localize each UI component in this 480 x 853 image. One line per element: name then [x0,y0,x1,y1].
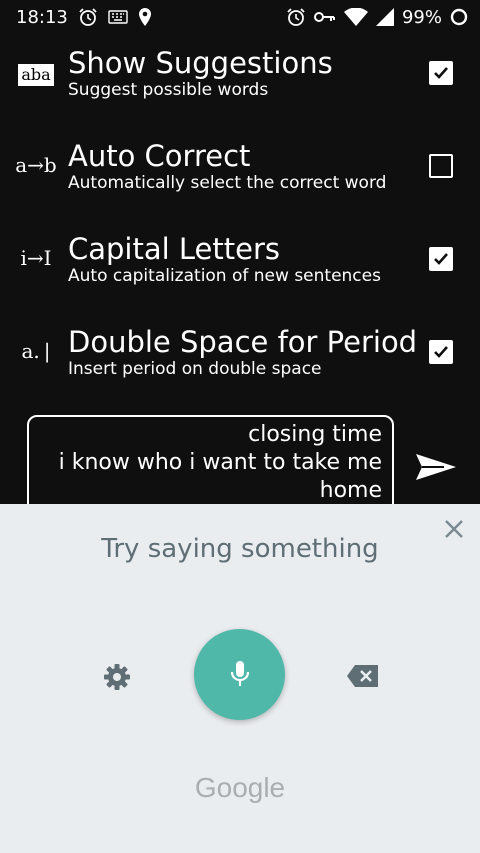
signal-icon [375,8,394,26]
battery-percent: 99% [401,6,442,28]
setting-subtitle: Auto capitalization of new sentences [68,266,381,286]
setting-title: Capital Letters [68,232,281,266]
capital-letters-icon: i→I [20,246,52,270]
vpn-key-icon [313,10,336,24]
capital-letters-checkbox[interactable] [429,247,453,271]
setting-subtitle: Suggest possible words [68,80,269,100]
location-icon [138,7,152,27]
wifi-icon [343,8,368,26]
setting-subtitle: Automatically select the correct word [68,173,387,193]
alarm-icon [78,7,98,27]
send-icon [416,454,456,480]
battery-icon [450,8,468,26]
setting-show-suggestions[interactable]: aba Show Suggestions Suggest possible wo… [0,40,480,132]
alarm-icon [286,7,306,27]
status-bar: 18:13 99% [0,0,480,34]
auto-correct-checkbox[interactable] [429,154,453,178]
message-line: home [319,478,382,503]
suggestions-icon: aba [18,64,54,86]
double-space-icon: a. | [21,339,51,363]
message-line: closing time [248,422,382,447]
setting-capital-letters[interactable]: i→I Capital Letters Auto capitalization … [0,226,480,318]
double-space-checkbox[interactable] [429,340,453,364]
google-logo: Google [194,772,286,803]
setting-title: Auto Correct [68,139,251,173]
mic-button[interactable] [194,629,285,720]
backspace-icon [347,665,378,687]
message-line: i know who i want to take me [58,450,382,475]
setting-title: Double Space for Period [68,325,418,359]
auto-correct-icon: a→b [15,153,57,177]
setting-double-space-period[interactable]: a. | Double Space for Period Insert peri… [0,319,480,411]
setting-title: Show Suggestions [68,46,333,80]
backspace-button[interactable] [346,664,380,692]
microphone-icon [230,661,250,686]
voice-prompt: Try saying something [101,534,379,564]
setting-subtitle: Insert period on double space [68,359,322,379]
send-button[interactable] [414,452,458,486]
show-suggestions-checkbox[interactable] [429,61,453,85]
clock-time: 18:13 [16,6,68,28]
keyboard-icon [108,10,128,24]
setting-auto-correct[interactable]: a→b Auto Correct Automatically select th… [0,133,480,225]
voice-settings-button[interactable] [102,662,132,696]
gear-icon [104,664,130,690]
